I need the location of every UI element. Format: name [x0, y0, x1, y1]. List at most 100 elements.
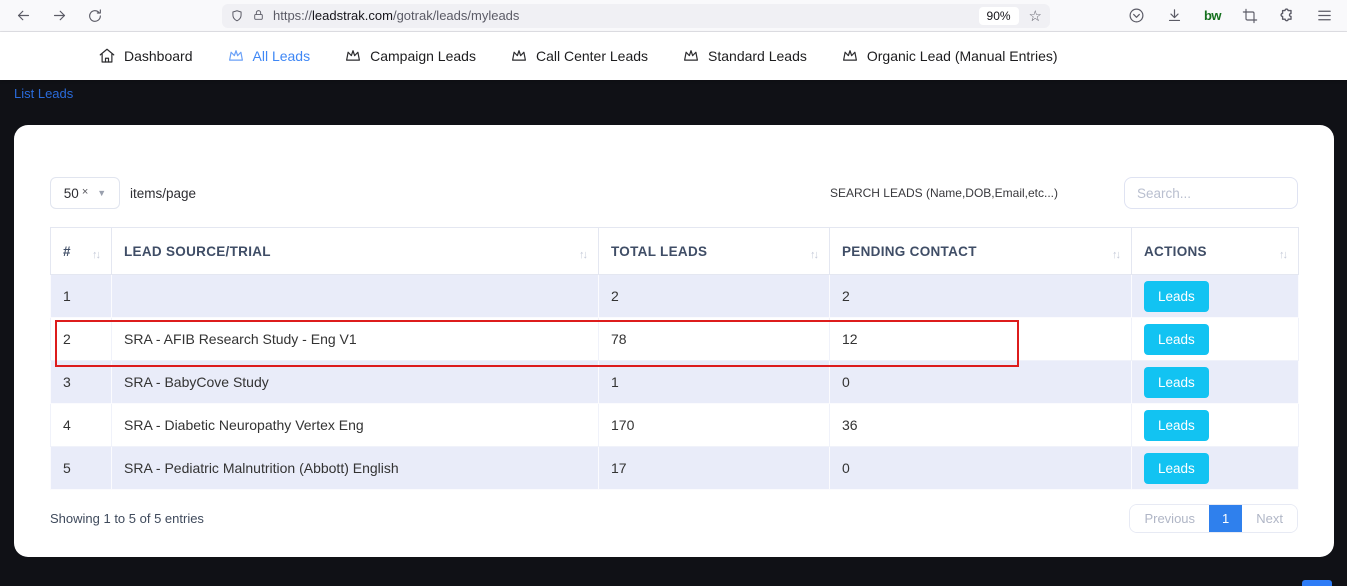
next-page-button[interactable]: Next: [1242, 505, 1297, 532]
header-total-leads[interactable]: TOTAL LEADS↑↓: [599, 228, 830, 275]
home-icon: [98, 47, 116, 65]
page-body: List Leads 50×▼ items/page SEARCH LEADS …: [0, 80, 1347, 586]
cell-source: SRA - Pediatric Malnutrition (Abbott) En…: [112, 447, 599, 490]
nav-item-all-leads[interactable]: All Leads: [227, 47, 311, 65]
breadcrumb-list-leads-link[interactable]: List Leads: [14, 86, 73, 101]
chevron-down-icon: ▼: [97, 188, 106, 198]
cell-actions: Leads: [1132, 318, 1299, 361]
table-row: 4 SRA - Diabetic Neuropathy Vertex Eng 1…: [51, 404, 1299, 447]
cell-pending: 12: [830, 318, 1132, 361]
table-footer: Showing 1 to 5 of 5 entries Previous 1 N…: [50, 504, 1298, 533]
cell-num: 5: [51, 447, 112, 490]
url-text[interactable]: https://leadstrak.com/gotrak/leads/mylea…: [273, 8, 519, 23]
cell-source: SRA - AFIB Research Study - Eng V1: [112, 318, 599, 361]
header-lead-source[interactable]: LEAD SOURCE/TRIAL↑↓: [112, 228, 599, 275]
items-per-page-label: items/page: [130, 186, 196, 201]
bookmark-star-icon[interactable]: ☆: [1029, 7, 1042, 25]
app-navbar: Dashboard All Leads Campaign Leads Call …: [0, 32, 1347, 80]
crown-icon: [841, 47, 859, 65]
page-size-select[interactable]: 50× ▼: [50, 177, 120, 209]
screenshot-crop-icon[interactable]: [1242, 8, 1258, 24]
bw-extension-icon[interactable]: bw: [1204, 8, 1221, 23]
header-pending-contact[interactable]: PENDING CONTACT↑↓: [830, 228, 1132, 275]
cell-total: 17: [599, 447, 830, 490]
cell-num: 3: [51, 361, 112, 404]
nav-item-call-center-leads[interactable]: Call Center Leads: [510, 47, 648, 65]
cell-actions: Leads: [1132, 404, 1299, 447]
nav-item-organic-lead[interactable]: Organic Lead (Manual Entries): [841, 47, 1058, 65]
url-host: leadstrak.com: [312, 8, 393, 23]
cell-num: 2: [51, 318, 112, 361]
table-header-row: #↑↓ LEAD SOURCE/TRIAL↑↓ TOTAL LEADS↑↓ PE…: [51, 228, 1299, 275]
download-icon[interactable]: [1166, 7, 1183, 24]
crown-icon: [344, 47, 362, 65]
browser-toolbar: https://leadstrak.com/gotrak/leads/mylea…: [0, 0, 1347, 32]
search-group: SEARCH LEADS (Name,DOB,Email,etc...): [830, 177, 1298, 209]
leads-button[interactable]: Leads: [1144, 410, 1209, 441]
sort-icon: ↑↓: [92, 249, 99, 261]
nav-item-campaign-leads[interactable]: Campaign Leads: [344, 47, 476, 65]
zoom-level-badge[interactable]: 90%: [979, 7, 1019, 25]
nav-item-label: Standard Leads: [708, 48, 807, 64]
table-row-highlighted: 2 SRA - AFIB Research Study - Eng V1 78 …: [51, 318, 1299, 361]
leads-button[interactable]: Leads: [1144, 367, 1209, 398]
cell-pending: 2: [830, 275, 1132, 318]
cell-actions: Leads: [1132, 275, 1299, 318]
showing-entries-text: Showing 1 to 5 of 5 entries: [50, 511, 204, 526]
toolbar-right-icons: bw: [1128, 7, 1333, 24]
nav-item-label: Organic Lead (Manual Entries): [867, 48, 1058, 64]
cell-source: SRA - Diabetic Neuropathy Vertex Eng: [112, 404, 599, 447]
scroll-top-button-partial[interactable]: [1302, 580, 1332, 586]
menu-hamburger-icon[interactable]: [1316, 7, 1333, 24]
url-bar[interactable]: https://leadstrak.com/gotrak/leads/mylea…: [222, 4, 1050, 28]
page-1-button[interactable]: 1: [1209, 505, 1242, 532]
page-size-value: 50: [64, 186, 79, 201]
header-num[interactable]: #↑↓: [51, 228, 112, 275]
extensions-puzzle-icon[interactable]: [1279, 8, 1295, 24]
leads-button[interactable]: Leads: [1144, 324, 1209, 355]
cell-actions: Leads: [1132, 361, 1299, 404]
table-row: 5 SRA - Pediatric Malnutrition (Abbott) …: [51, 447, 1299, 490]
clear-icon[interactable]: ×: [82, 186, 88, 198]
previous-page-button[interactable]: Previous: [1130, 505, 1209, 532]
crown-icon: [510, 47, 528, 65]
nav-item-label: Dashboard: [124, 48, 193, 64]
sort-icon: ↑↓: [810, 249, 817, 261]
cell-source: SRA - BabyCove Study: [112, 361, 599, 404]
cell-total: 1: [599, 361, 830, 404]
nav-item-standard-leads[interactable]: Standard Leads: [682, 47, 807, 65]
cell-total: 2: [599, 275, 830, 318]
leads-table: #↑↓ LEAD SOURCE/TRIAL↑↓ TOTAL LEADS↑↓ PE…: [50, 227, 1299, 490]
search-input[interactable]: [1124, 177, 1298, 209]
cell-pending: 0: [830, 447, 1132, 490]
cell-total: 78: [599, 318, 830, 361]
leads-button[interactable]: Leads: [1144, 281, 1209, 312]
nav-item-dashboard[interactable]: Dashboard: [98, 47, 193, 65]
url-path: /gotrak/leads/myleads: [393, 8, 519, 23]
back-button[interactable]: [10, 7, 36, 24]
pocket-icon[interactable]: [1128, 7, 1145, 24]
shield-icon[interactable]: [230, 9, 244, 23]
header-actions[interactable]: ACTIONS↑↓: [1132, 228, 1299, 275]
lock-icon[interactable]: [252, 9, 265, 22]
sort-icon: ↑↓: [579, 249, 586, 261]
cell-num: 1: [51, 275, 112, 318]
url-protocol: https://: [273, 8, 312, 23]
crown-icon: [682, 47, 700, 65]
leads-card: 50×▼ items/page SEARCH LEADS (Name,DOB,E…: [14, 125, 1334, 557]
sort-icon: ↑↓: [1279, 249, 1286, 261]
cell-num: 4: [51, 404, 112, 447]
table-controls: 50× ▼ items/page SEARCH LEADS (Name,DOB,E…: [50, 177, 1298, 209]
leads-button[interactable]: Leads: [1144, 453, 1209, 484]
cell-source: [112, 275, 599, 318]
table-row: 3 SRA - BabyCove Study 1 0 Leads: [51, 361, 1299, 404]
table-row: 1 2 2 Leads: [51, 275, 1299, 318]
cell-actions: Leads: [1132, 447, 1299, 490]
crown-icon: [227, 47, 245, 65]
nav-item-label: Call Center Leads: [536, 48, 648, 64]
cell-total: 170: [599, 404, 830, 447]
forward-button[interactable]: [46, 7, 72, 24]
nav-item-label: Campaign Leads: [370, 48, 476, 64]
cell-pending: 0: [830, 361, 1132, 404]
reload-button[interactable]: [82, 8, 108, 24]
